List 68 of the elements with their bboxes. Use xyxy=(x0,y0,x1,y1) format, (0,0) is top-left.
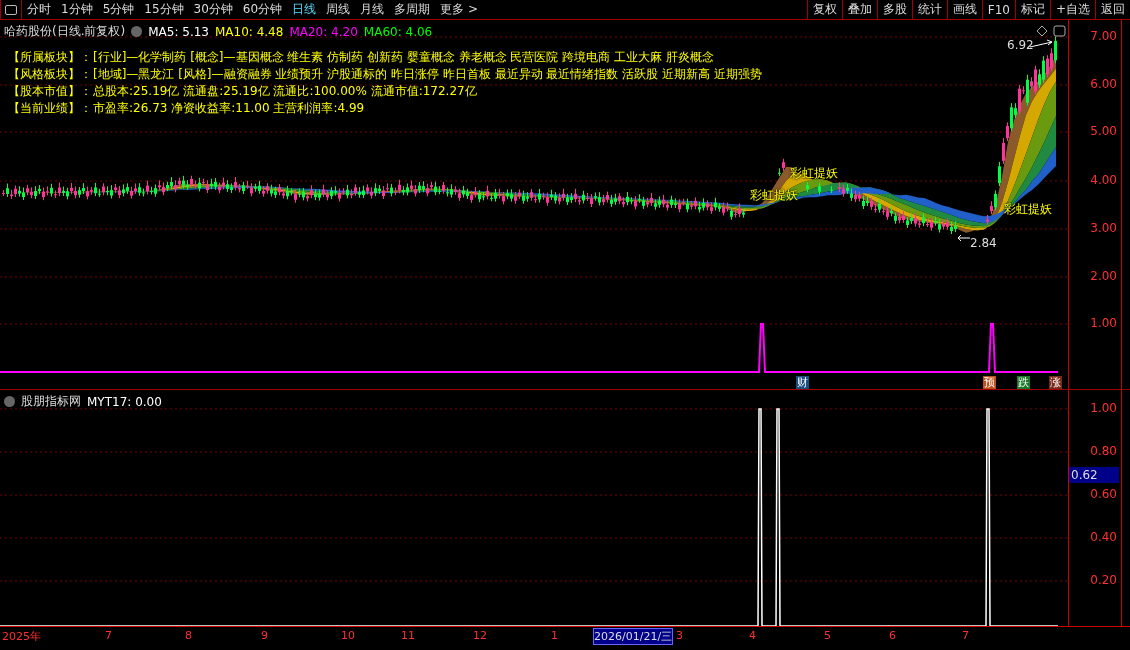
axis-label: 5.00 xyxy=(1090,124,1117,138)
date-label: 12 xyxy=(473,629,487,642)
info-label: 【股本市值】： xyxy=(8,83,93,100)
date-label: 9 xyxy=(261,629,268,642)
event-marker[interactable]: 涨 xyxy=(1049,376,1062,389)
period-tab[interactable]: 多周期 xyxy=(389,0,436,19)
info-value: [行业]—化学制药 [概念]—基因概念 维生素 仿制药 创新药 婴童概念 养老概念 民营医院 跨境电商 工业大麻 肝炎概念 xyxy=(93,49,714,66)
info-value: 总股本:25.19亿 流通盘:25.19亿 流通比:100.00% 流通市值:172.27亿 xyxy=(93,83,477,100)
toolbar-button[interactable]: 复权 xyxy=(806,0,842,19)
axis-label: 1.00 xyxy=(1090,316,1117,330)
event-marker[interactable]: 跌 xyxy=(1017,376,1030,389)
moving-average-value: MA10: 4.48 xyxy=(214,24,284,39)
axis-label: 0.80 xyxy=(1090,444,1117,458)
period-tab[interactable]: 周线 xyxy=(321,0,356,19)
axis-label: 6.00 xyxy=(1090,77,1117,91)
period-tab[interactable]: 分时 xyxy=(22,0,56,19)
period-tab[interactable]: 15分钟 xyxy=(139,0,189,19)
date-label: 7 xyxy=(105,629,112,642)
moving-average-value: MA20: 4.20 xyxy=(289,24,358,39)
toolbar-button[interactable]: 叠加 xyxy=(841,0,877,19)
toolbar-button[interactable]: F10 xyxy=(981,0,1015,19)
cursor-value-label: 0.62 xyxy=(1069,467,1119,483)
info-value: 市盈率:26.73 净资收益率:11.00 主营利润率:4.99 xyxy=(93,100,365,117)
indicator-title: 股朋指标网 xyxy=(21,393,81,410)
date-label: 3 xyxy=(676,629,683,642)
moving-average-value: MA60: 4.06 xyxy=(363,24,433,39)
indicator-value: MYT17: 0.00 xyxy=(87,394,162,409)
axis-label: 3.00 xyxy=(1090,221,1117,235)
toolbar-button[interactable]: 标记 xyxy=(1014,0,1050,19)
date-label: 7 xyxy=(962,629,969,642)
date-label: 4 xyxy=(749,629,756,642)
date-label: 10 xyxy=(341,629,355,642)
axis-label: 1.00 xyxy=(1090,401,1117,415)
date-label: 11 xyxy=(401,629,415,642)
event-marker[interactable]: 财 xyxy=(796,376,809,389)
axis-label: 7.00 xyxy=(1090,29,1117,43)
date-label: 2026/01/21/三 xyxy=(593,628,674,645)
info-label: 【所属板块】： xyxy=(8,49,93,66)
stock-title: 哈药股份(日线.前复权) xyxy=(4,23,126,40)
period-tab[interactable]: 5分钟 xyxy=(97,0,140,19)
info-value: [地域]—黑龙江 [风格]—融资融券 业绩预升 沪股通标的 昨日涨停 昨日首板 最近异动 最近情绪指数 活跃股 近期新高 近期强势 xyxy=(93,66,762,83)
high-price-label: 6.92 xyxy=(1007,38,1034,52)
axis-label: 0.20 xyxy=(1090,573,1117,587)
info-label: 【当前业绩】： xyxy=(8,100,93,117)
event-marker[interactable]: 预 xyxy=(983,376,996,389)
period-tab[interactable]: 1分钟 xyxy=(56,0,98,19)
axis-label: 2.00 xyxy=(1090,269,1117,283)
moving-average-value: MA5: 5.13 xyxy=(148,24,209,39)
date-label: 2025年 xyxy=(2,629,41,644)
axis-label: 0.40 xyxy=(1090,530,1117,544)
info-label: 【风格板块】： xyxy=(8,66,93,83)
date-label: 1 xyxy=(551,629,558,642)
axis-label: 0.60 xyxy=(1090,487,1117,501)
date-label: 5 xyxy=(824,629,831,642)
period-tab[interactable]: 月线 xyxy=(355,0,390,19)
date-label: 6 xyxy=(889,629,896,642)
toolbar-button[interactable]: 多股 xyxy=(876,0,912,19)
low-price-label: 2.84 xyxy=(970,236,997,250)
date-label: 8 xyxy=(185,629,192,642)
period-tab[interactable]: 30分钟 xyxy=(188,0,238,19)
axis-label: 4.00 xyxy=(1090,173,1117,187)
period-tab[interactable]: 日线 xyxy=(287,0,322,19)
toolbar-button[interactable]: 返回 xyxy=(1095,0,1130,19)
period-tab[interactable]: 60分钟 xyxy=(237,0,288,19)
toolbar-button[interactable]: 画线 xyxy=(946,0,982,19)
more-button[interactable]: 更多 > xyxy=(435,0,483,19)
toolbar-button[interactable]: +自选 xyxy=(1049,0,1095,19)
toolbar-button[interactable]: 统计 xyxy=(911,0,947,19)
